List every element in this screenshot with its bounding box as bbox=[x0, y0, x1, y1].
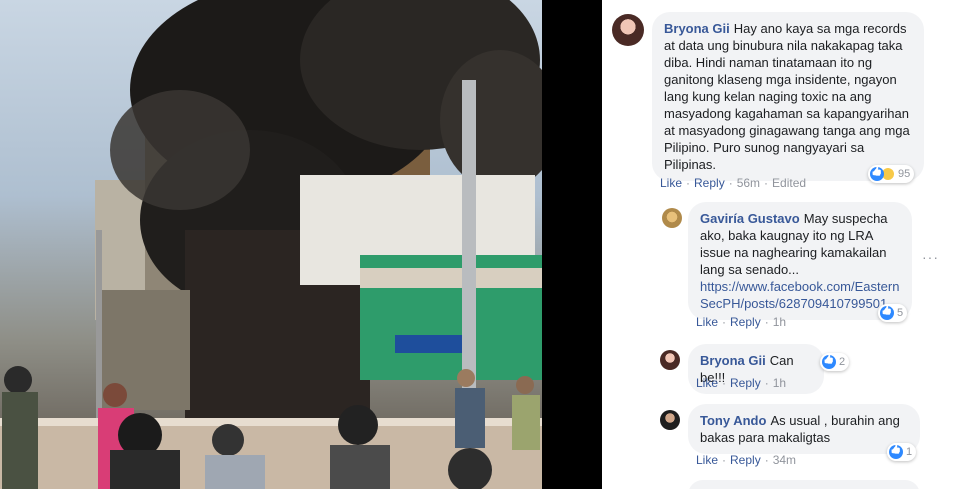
comment-author[interactable]: Bryona Gii bbox=[664, 21, 730, 36]
reaction-count: 95 bbox=[898, 168, 911, 180]
like-link[interactable]: Like bbox=[696, 315, 718, 329]
reaction-count: 2 bbox=[839, 356, 846, 368]
like-reaction-icon bbox=[880, 306, 894, 320]
reply-link[interactable]: Reply bbox=[694, 176, 725, 190]
post-link[interactable]: https://www.facebook.com/EasternSecPH/po… bbox=[700, 278, 900, 312]
like-reaction-icon bbox=[889, 445, 903, 459]
comment-text: Hay ano kaya sa mga records at data ung … bbox=[664, 21, 910, 172]
fire-photo-illustration bbox=[0, 0, 542, 489]
avatar[interactable] bbox=[660, 410, 680, 430]
timestamp[interactable]: 1h bbox=[773, 315, 786, 329]
reply-link[interactable]: Reply bbox=[730, 453, 761, 467]
fire-photo[interactable] bbox=[0, 0, 542, 489]
reply-link[interactable]: Reply bbox=[730, 376, 761, 390]
timestamp[interactable]: 1h bbox=[773, 376, 786, 390]
avatar[interactable] bbox=[662, 208, 682, 228]
comment-actions: Like · Reply · 34m bbox=[696, 453, 797, 467]
comment-bubble: Tony Ando As usual , burahin ang bakas pa… bbox=[688, 404, 920, 454]
like-link[interactable]: Like bbox=[660, 176, 682, 190]
comment-author[interactable]: Gaviría Gustavo bbox=[700, 211, 800, 226]
comment-author[interactable]: Bryona Gii bbox=[700, 353, 766, 368]
reply-link[interactable]: Reply bbox=[730, 315, 761, 329]
reaction-badge[interactable]: 5 bbox=[878, 304, 908, 322]
reaction-badge[interactable]: 2 bbox=[820, 353, 850, 371]
screenshot: Bryona Gii Hay ano kaya sa mga records at… bbox=[0, 0, 953, 489]
reaction-badge[interactable]: 95 bbox=[868, 165, 915, 183]
like-link[interactable]: Like bbox=[696, 453, 718, 467]
comment-bubble-partial bbox=[688, 480, 920, 489]
comment-actions: Like · Reply · 1h bbox=[696, 376, 787, 390]
like-reaction-icon bbox=[870, 167, 884, 181]
comment-bubble: Bryona Gii Hay ano kaya sa mga records at… bbox=[652, 12, 924, 181]
like-link[interactable]: Like bbox=[696, 376, 718, 390]
comments-panel: Bryona Gii Hay ano kaya sa mga records at… bbox=[602, 0, 953, 489]
timestamp[interactable]: 56m bbox=[737, 176, 760, 190]
reaction-count: 1 bbox=[906, 446, 913, 458]
avatar[interactable] bbox=[660, 350, 680, 370]
more-options-icon[interactable]: ··· bbox=[922, 249, 939, 265]
comment-bubble: Gaviría Gustavo May suspecha ako, baka ka… bbox=[688, 202, 912, 320]
reaction-count: 5 bbox=[897, 307, 904, 319]
comment-author[interactable]: Tony Ando bbox=[700, 413, 766, 428]
comment-actions: Like · Reply · 56m · Edited bbox=[660, 176, 807, 190]
edited-label[interactable]: Edited bbox=[772, 176, 806, 190]
avatar[interactable] bbox=[612, 14, 644, 46]
timestamp[interactable]: 34m bbox=[773, 453, 796, 467]
reaction-badge[interactable]: 1 bbox=[887, 443, 917, 461]
photo-margin bbox=[542, 0, 602, 489]
like-reaction-icon bbox=[822, 355, 836, 369]
comment-actions: Like · Reply · 1h bbox=[696, 315, 787, 329]
